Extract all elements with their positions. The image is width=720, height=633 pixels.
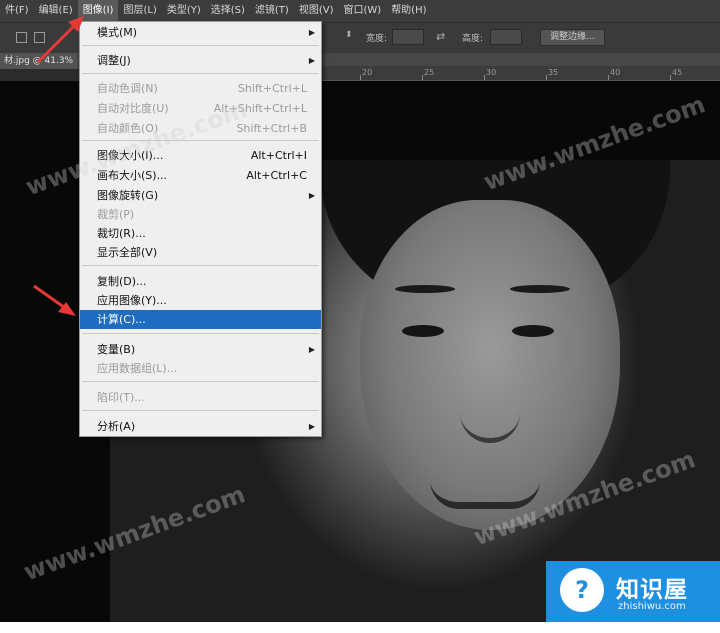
- menu-item-label: 裁切(R)...: [97, 227, 146, 240]
- menu-item-label: 陷印(T)...: [97, 391, 145, 404]
- menu-separator: [82, 265, 319, 266]
- photoshop-window: 件(F) 编辑(E) 图像(I) 图层(L) 类型(Y) 选择(S) 滤镜(T)…: [0, 0, 720, 622]
- menu-separator: [82, 333, 319, 334]
- submenu-arrow-icon: ▶: [308, 56, 315, 65]
- menu-item-label: 计算(C)...: [97, 313, 146, 326]
- menu-separator: [82, 73, 319, 74]
- width-label: 宽度:: [366, 34, 388, 44]
- height-label: 高度:: [462, 34, 484, 44]
- ruler-line: [546, 75, 547, 80]
- ruler-tick: 30: [486, 68, 497, 77]
- menu-help[interactable]: 帮助(H): [386, 0, 431, 22]
- menu-bar: 件(F) 编辑(E) 图像(I) 图层(L) 类型(Y) 选择(S) 滤镜(T)…: [0, 0, 720, 22]
- menu-item-label: 复制(D)...: [97, 275, 147, 288]
- menu-select[interactable]: 选择(S): [206, 0, 250, 22]
- add-selection-icon[interactable]: [34, 32, 45, 43]
- ruler-line: [484, 75, 485, 80]
- menu-item-shortcut: Alt+Ctrl+C: [246, 169, 307, 182]
- menu-item-shortcut: Alt+Ctrl+I: [250, 149, 307, 162]
- question-icon: ?: [575, 576, 589, 604]
- ruler-line: [670, 75, 671, 80]
- ruler-tick: 35: [548, 68, 559, 77]
- ruler-tick: 20: [362, 68, 373, 77]
- menu-item-label: 画布大小(S)...: [97, 169, 168, 182]
- menu-edit[interactable]: 编辑(E): [34, 0, 78, 22]
- menu-item-label: 自动色调(N): [97, 82, 158, 95]
- menu-image[interactable]: 图像(I): [77, 0, 119, 22]
- menu-type[interactable]: 类型(Y): [162, 0, 206, 22]
- document-tab[interactable]: 材.jpg @ 41.3%: [0, 53, 78, 69]
- photo-eye-right: [512, 325, 554, 337]
- style-dropdown-icon[interactable]: ⬍: [345, 30, 353, 40]
- menu-item-label: 自动颜色(O): [97, 122, 159, 135]
- menu-item-mode[interactable]: 模式(M) ▶: [80, 23, 321, 42]
- menu-item-label: 自动对比度(U): [97, 102, 169, 115]
- menu-item-shortcut: Shift+Ctrl+B: [236, 122, 307, 135]
- logo-subtitle: zhishiwu.com: [618, 601, 686, 612]
- zhishiwu-logo: ? 知识屋 zhishiwu.com: [546, 561, 720, 622]
- menu-item-calculations[interactable]: 计算(C)...: [80, 310, 321, 329]
- menu-item-image-rotation[interactable]: 图像旋转(G) ▶: [80, 186, 321, 205]
- menu-item-adjustments[interactable]: 调整(J) ▶: [80, 51, 321, 70]
- menu-item-variables[interactable]: 变量(B) ▶: [80, 340, 321, 359]
- menu-item-label: 裁剪(P): [97, 208, 135, 221]
- ruler-line: [608, 75, 609, 80]
- menu-item-reveal-all[interactable]: 显示全部(V): [80, 243, 321, 262]
- ruler-line: [360, 75, 361, 80]
- menu-item-analysis[interactable]: 分析(A) ▶: [80, 417, 321, 436]
- menu-item-auto-tone: 自动色调(N) Shift+Ctrl+L: [80, 79, 321, 98]
- menu-item-label: 变量(B): [97, 343, 136, 356]
- ruler-tick: 45: [672, 68, 683, 77]
- photo-brow-right: [510, 285, 570, 293]
- menu-item-label: 显示全部(V): [97, 246, 158, 259]
- menu-item-label: 图像大小(I)...: [97, 149, 164, 162]
- image-dropdown-menu: 模式(M) ▶ 调整(J) ▶ 自动色调(N) Shift+Ctrl+L 自动对…: [79, 21, 322, 437]
- photo-brow-left: [395, 285, 455, 293]
- menu-filter[interactable]: 滤镜(T): [250, 0, 294, 22]
- menu-file[interactable]: 件(F): [0, 0, 34, 22]
- new-selection-icon[interactable]: [16, 32, 27, 43]
- swap-icon[interactable]: ⇄: [436, 30, 445, 43]
- refine-edge-button[interactable]: 调整边缘...: [540, 29, 605, 46]
- menu-layer[interactable]: 图层(L): [118, 0, 161, 22]
- ruler-tick: 25: [424, 68, 435, 77]
- submenu-arrow-icon: ▶: [308, 191, 315, 200]
- menu-item-crop: 裁剪(P): [80, 205, 321, 224]
- menu-separator: [82, 45, 319, 46]
- menu-item-shortcut: Shift+Ctrl+L: [237, 82, 307, 95]
- menu-item-apply-image[interactable]: 应用图像(Y)...: [80, 291, 321, 310]
- menu-separator: [82, 140, 319, 141]
- menu-item-label: 分析(A): [97, 420, 136, 433]
- height-field[interactable]: [490, 29, 522, 45]
- menu-separator: [82, 381, 319, 382]
- menu-separator: [82, 410, 319, 411]
- menu-item-label: 调整(J): [97, 54, 131, 67]
- menu-item-trap: 陷印(T)...: [80, 388, 321, 407]
- menu-item-apply-data-set: 应用数据组(L)...: [80, 359, 321, 378]
- ruler-tick: 40: [610, 68, 621, 77]
- width-field[interactable]: [392, 29, 424, 45]
- photo-eye-left: [402, 325, 444, 337]
- menu-item-label: 模式(M): [97, 26, 138, 39]
- submenu-arrow-icon: ▶: [308, 28, 315, 37]
- menu-view[interactable]: 视图(V): [294, 0, 339, 22]
- menu-item-label: 应用数据组(L)...: [97, 362, 178, 375]
- menu-item-label: 图像旋转(G): [97, 189, 159, 202]
- submenu-arrow-icon: ▶: [308, 345, 315, 354]
- photo-mouth: [430, 480, 540, 509]
- menu-item-auto-color: 自动颜色(O) Shift+Ctrl+B: [80, 119, 321, 138]
- menu-item-canvas-size[interactable]: 画布大小(S)... Alt+Ctrl+C: [80, 166, 321, 185]
- ruler-line: [422, 75, 423, 80]
- logo-title: 知识屋: [616, 577, 688, 603]
- menu-item-image-size[interactable]: 图像大小(I)... Alt+Ctrl+I: [80, 146, 321, 165]
- menu-item-duplicate[interactable]: 复制(D)...: [80, 272, 321, 291]
- menu-item-label: 应用图像(Y)...: [97, 294, 167, 307]
- submenu-arrow-icon: ▶: [308, 422, 315, 431]
- menu-item-shortcut: Alt+Shift+Ctrl+L: [213, 102, 307, 115]
- horizontal-ruler: 20 25 30 35 40 45: [322, 66, 720, 81]
- menu-item-trim[interactable]: 裁切(R)...: [80, 224, 321, 243]
- menu-window[interactable]: 窗口(W): [338, 0, 386, 22]
- menu-item-auto-contrast: 自动对比度(U) Alt+Shift+Ctrl+L: [80, 99, 321, 118]
